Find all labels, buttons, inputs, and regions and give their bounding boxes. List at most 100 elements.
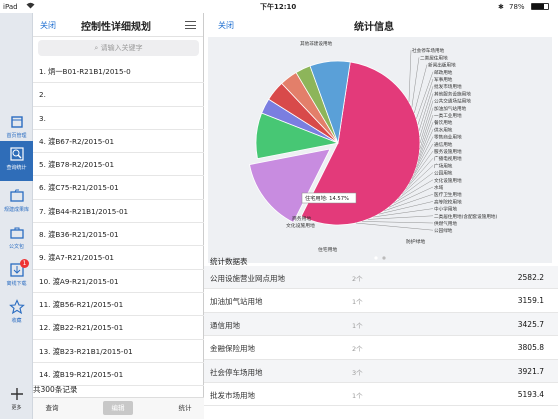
row-name: 通信用地 [210,320,240,330]
bluetooth-icon: ✱ [498,2,504,11]
slice-label: 公园绿地 [434,227,453,234]
menu-icon[interactable] [185,21,196,29]
row-name: 批发市场用地 [210,390,255,400]
slice-label: 新闻出版用地 [428,62,456,69]
slice-label: 高等院校用地 [434,198,462,205]
leader-line [419,93,434,137]
list-item[interactable]: 5. 渡B78-R2/2015-01 [33,153,204,177]
notification-badge: 1 [20,259,29,268]
row-count: 2个 [352,345,363,354]
table-row[interactable]: 通信用地 1个 3425.7 [204,312,558,337]
tooltip-text: 住宅用地: 14.57% [305,194,349,202]
slice-label: 公共交通场站用地 [434,98,471,105]
close-button[interactable]: 关闭 [40,20,56,31]
nav-label-offline-download: 离线下载 [6,281,27,287]
page-dot[interactable] [374,256,378,260]
leader-line [418,86,434,131]
list-item[interactable]: 7. 渡B44-R21B1/2015-01 [33,200,204,224]
slice-label: 社会停车场用地 [412,47,445,54]
slice-label: 广播电视用地 [434,155,462,162]
query-stats-icon [9,147,24,161]
leader-line [355,222,434,231]
list-item[interactable]: 3. [33,107,204,130]
list-item[interactable]: 2. [33,83,204,107]
home-icon [10,116,23,128]
device-label: iPad [3,2,18,11]
edit-button[interactable]: 编辑 [103,401,133,415]
slice-label: 餐饮用地 [434,119,453,126]
slice-label: 公园用地 [434,170,453,177]
nav-item-more[interactable]: 更多 [0,383,33,417]
row-count: 1个 [352,391,363,400]
chart-tooltip: 住宅用地: 14.57% [301,192,357,204]
list-header: 关闭 控制性详细规划 [33,13,203,37]
list-item[interactable]: 4. 渡B67-R2/2015-01 [33,130,204,154]
pie-chart[interactable]: 其他非建设用地社会停车场用地二类居住用地新闻出版用地邮政用地军事用地批发市场用地… [208,37,552,263]
list-item[interactable]: 14. 渡B19-R21/2015-01 [33,363,204,387]
slice-label: 文化设施用地 [434,177,462,184]
table-row[interactable]: 批发市场用地 1个 5193.4 [204,383,558,407]
action-bar: 查询 编辑 统计 [33,397,204,419]
leader-line [408,50,412,102]
row-value: 5193.4 [517,389,544,399]
list-item[interactable]: 12. 渡B22-R21/2015-01 [33,316,204,340]
nav-item-query-stats[interactable]: 查询统计 [0,141,33,181]
table-row[interactable]: 加油加气站用地 1个 3159.1 [204,289,558,313]
list-item[interactable]: 1. 炳一B01-R21B1/2015-0 [33,60,204,84]
slice-label: 其他非建设用地 [300,40,333,47]
status-bar: iPad 下午12:10 ✱ 78% [0,0,558,13]
folder-icon [9,189,24,202]
slice-label: 供燃气用地 [434,220,457,227]
nav-item-offline-download[interactable]: 1 离线下载 [0,257,33,297]
slice-label: 加油加气站用地 [434,105,467,112]
record-count: 共300条记录 [33,385,78,394]
leader-line [419,107,434,150]
slice-label: 中小学用地 [434,206,457,213]
stats-title: 统计信息 [354,22,394,33]
table-row[interactable]: 公用设施营业网点用地 2个 2582.2 [204,266,558,290]
search-input[interactable]: ⌕ 请输入关键字 [38,40,199,56]
list-item[interactable]: 9. 渡A7-R21/2015-01 [33,246,204,270]
list-item[interactable]: 11. 渡B56-R21/2015-01 [33,293,204,317]
list-item[interactable]: 8. 渡B36-R21/2015-01 [33,223,204,247]
page-dot[interactable] [382,256,386,260]
row-name: 社会停车场用地 [210,367,263,377]
panel-title: 控制性详细规划 [81,22,151,33]
search-placeholder: 请输入关键字 [100,44,143,52]
list-item[interactable]: 6. 渡C75-R21/2015-01 [33,176,204,200]
nav-item-archive[interactable]: 规建成果库 [0,183,33,223]
nav-label-more: 更多 [11,405,22,411]
row-name: 金融保险用地 [210,344,255,354]
nav-item-briefcase[interactable]: 公文包 [0,220,33,260]
query-button[interactable]: 查询 [37,401,67,415]
slice-label: 二类居住用地 [420,54,448,61]
leader-line [361,221,434,224]
list-item[interactable]: 13. 渡B23-R21B1/2015-01 [33,340,204,363]
row-value: 3425.7 [517,319,544,329]
clock: 下午12:10 [260,2,297,11]
slice-label: 文化设施用地 [286,222,315,229]
slice-label: 一类工业用地 [434,112,462,119]
row-value: 3805.8 [517,343,544,353]
close-stats-button[interactable]: 关闭 [218,20,234,31]
slice-label: 服务设施用地 [434,148,462,155]
nav-item-favorites[interactable]: 收藏 [0,294,33,334]
row-count: 2个 [352,275,363,283]
leader-line [418,114,434,156]
slice-label: 广场用地 [434,162,453,169]
slice-label: 其他服务设施用地 [434,90,471,97]
battery-percent: 78% [509,2,525,11]
pie-chart-area[interactable]: 其他非建设用地 社会停车场用地 二类居住用地 新闻出版用地 邮政用地 军事用地 批发市场用地… [208,37,552,263]
plan-list-panel: 关闭 控制性详细规划 ⌕ 请输入关键字 1. 炳一B01-R21B1/2015-… [33,13,204,419]
statistics-panel: 关闭 统计信息 其他非建设用地 社会停车场用地 二类居住用地 新闻出版用地 邮政用地 军事… [204,13,558,419]
table-row[interactable]: 金融保险用地 2个 3805.8 [204,336,558,360]
row-name: 公用设施营业网点用地 [210,274,285,283]
row-value: 2582.2 [517,273,544,282]
slice-label: 零售商业用地 [434,134,462,141]
table-row[interactable]: 社会停车场用地 3个 3921.7 [204,359,558,383]
wifi-icon [26,2,35,11]
list-item[interactable]: 10. 渡A9-R21/2015-01 [33,270,204,293]
star-icon [8,299,25,315]
stats-button[interactable]: 统计 [171,401,199,415]
nav-label-archive: 规建成果库 [3,207,29,213]
